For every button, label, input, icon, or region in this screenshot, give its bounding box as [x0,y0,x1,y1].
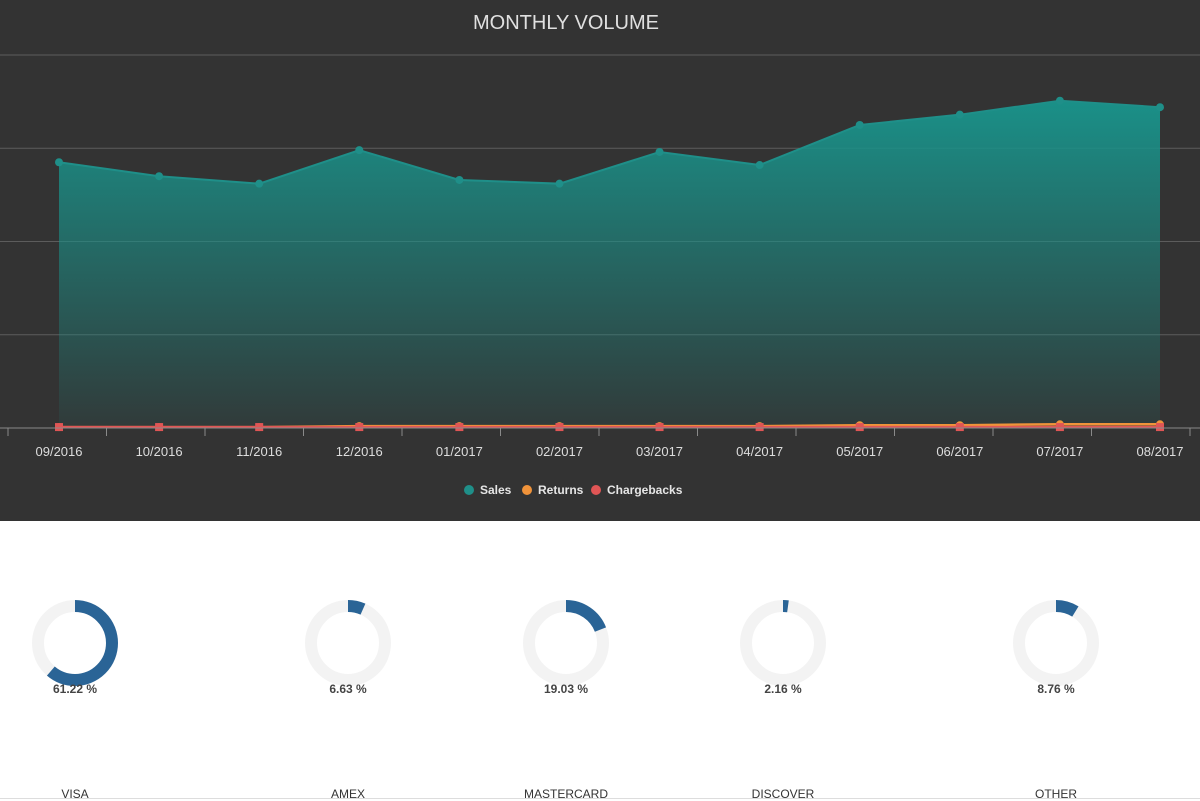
chargebacks-point [755,423,764,432]
other-percent: 8.76 % [1037,682,1075,696]
card-other: 8.76 % OTHER [976,569,1136,801]
legend-label: Returns [538,483,584,497]
card-brand-breakdown: 61.22 % VISA 6.63 % AMEX 19.03 % MASTERC… [0,521,1200,801]
x-tick-label: 09/2016 [36,444,83,459]
legend-marker [522,485,532,495]
x-tick-label: 11/2016 [236,444,282,459]
amex-ring [305,600,391,686]
sales-point [1156,103,1164,112]
sales-point [955,110,964,119]
chargebacks-point [1055,423,1064,432]
chargebacks-point [355,423,364,432]
sales-point [155,172,164,181]
bottom-divider [0,798,1200,799]
x-tick-label: 05/2017 [836,444,883,459]
legend-item-returns: Returns [522,483,584,497]
x-tick-label: 06/2017 [936,444,983,459]
chargebacks-point [1156,423,1164,432]
legend-label: Sales [480,483,512,497]
chargebacks-point [255,423,264,432]
ring-track [740,600,826,686]
other-ring [1013,600,1099,686]
chargebacks-point [555,423,564,432]
legend-marker [591,485,601,495]
monthly-volume-chart: MONTHLY VOLUME 09/2016 10/2016 11/2016 12/2… [0,12,1200,497]
legend-marker [464,485,474,495]
x-tick-label: 04/2017 [736,444,783,459]
chargebacks-point [55,423,63,432]
mastercard-ring [523,600,609,686]
x-tick-label: 12/2016 [336,444,383,459]
x-tick-label: 10/2016 [136,444,183,459]
chart-title: MONTHLY VOLUME [473,12,659,34]
legend-label: Chargebacks [607,483,683,497]
sales-point [1055,96,1064,105]
sales-point [255,179,264,188]
sales-area [59,100,1160,428]
sales-point [855,120,864,129]
card-visa: 61.22 % VISA [0,569,155,801]
card-mastercard: 19.03 % MASTERCARD [486,569,646,801]
visa-ring [32,600,118,686]
monthly-volume-panel: MONTHLY VOLUME 09/2016 10/2016 11/2016 12/2… [0,0,1200,521]
x-tick-label: 03/2017 [636,444,683,459]
card-discover: 2.16 % DISCOVER [703,569,863,801]
ring-track [1013,600,1099,686]
sales-point [55,158,63,167]
sales-point [655,147,664,156]
chargebacks-point [855,423,864,432]
sales-point [455,175,464,184]
visa-percent: 61.22 % [52,682,98,696]
discover-percent: 2.16 % [764,682,802,696]
mastercard-percent: 19.03 % [543,682,589,696]
legend-item-sales: Sales [464,483,512,497]
chargebacks-point [155,423,164,432]
chargebacks-point [455,423,464,432]
ring-track [305,600,391,686]
chargebacks-point [655,423,664,432]
legend-item-chargebacks: Chargebacks [591,483,683,497]
x-tick-label: 02/2017 [536,444,583,459]
x-tick-label: 01/2017 [436,444,483,459]
amex-percent: 6.63 % [329,682,367,696]
x-tick-label: 07/2017 [1036,444,1083,459]
x-tick-label: 08/2017 [1137,444,1184,459]
sales-point [355,146,364,155]
chargebacks-point [955,423,964,432]
sales-point [555,179,564,188]
sales-point [755,161,764,170]
discover-ring [740,600,826,686]
card-amex: 6.63 % AMEX [268,569,428,801]
